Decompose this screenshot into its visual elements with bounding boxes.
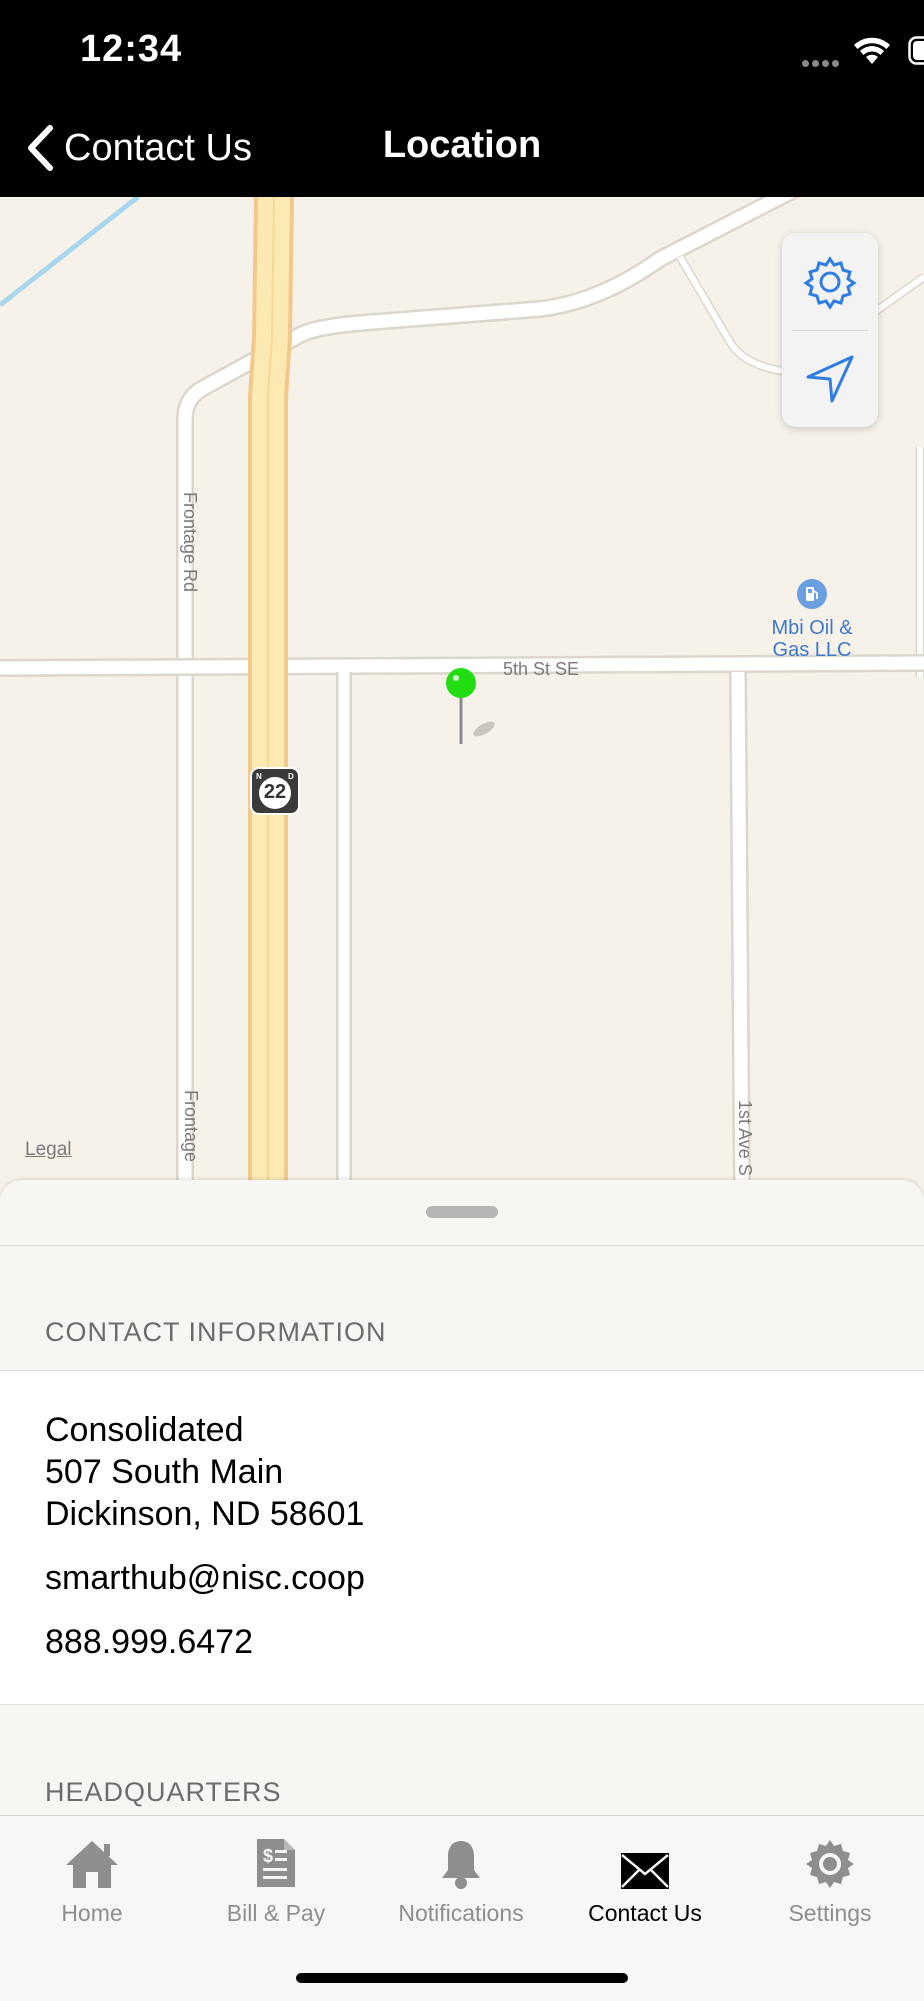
map-controls	[782, 233, 878, 427]
map-settings-button[interactable]	[782, 233, 878, 330]
home-indicator[interactable]	[296, 1973, 628, 1983]
bill-icon: $	[254, 1836, 298, 1890]
street-label-frontage-bottom: Frontage	[180, 1090, 201, 1162]
contact-info-card: Consolidated 507 South Main Dickinson, N…	[0, 1370, 924, 1705]
street-label-5th-st: 5th St SE	[503, 659, 579, 680]
fuel-icon	[797, 579, 827, 609]
gear-icon	[802, 254, 858, 310]
gear-icon	[804, 1838, 856, 1890]
address-line1[interactable]: 507 South Main	[45, 1453, 283, 1492]
tab-home[interactable]: Home	[0, 1830, 184, 1927]
contact-info-header: CONTACT INFORMATION	[45, 1317, 386, 1348]
highway-shield-number: 22	[250, 781, 300, 804]
tab-settings-label: Settings	[738, 1900, 922, 1927]
svg-text:$: $	[263, 1846, 273, 1866]
legal-link[interactable]: Legal	[25, 1139, 72, 1161]
street-label-1st-ave: 1st Ave S	[734, 1100, 755, 1176]
page-title: Location	[0, 124, 924, 167]
envelope-icon	[620, 1852, 670, 1890]
headquarters-header: HEADQUARTERS	[45, 1777, 282, 1808]
tab-bill-pay[interactable]: $ Bill & Pay	[184, 1830, 368, 1927]
svg-text:N: N	[256, 772, 262, 781]
tab-home-label: Home	[0, 1900, 184, 1927]
highway-shield-icon: N D 22	[250, 767, 300, 820]
bell-icon	[438, 1838, 484, 1890]
tab-notifications-label: Notifications	[368, 1900, 554, 1927]
address-line2[interactable]: Dickinson, ND 58601	[45, 1495, 364, 1534]
wifi-icon	[852, 34, 892, 66]
tab-contact-us-label: Contact Us	[553, 1900, 737, 1927]
tab-settings[interactable]: Settings	[738, 1830, 922, 1927]
map-view[interactable]: Frontage Rd Frontage 5th St SE 1st Ave S…	[0, 197, 924, 1197]
tab-bill-pay-label: Bill & Pay	[184, 1900, 368, 1927]
company-name: Consolidated	[45, 1411, 243, 1450]
svg-text:D: D	[288, 772, 294, 781]
poi-name-line1: Mbi Oil &	[752, 617, 872, 639]
location-pin-icon[interactable]	[444, 667, 504, 752]
signal-icon	[802, 54, 846, 62]
phone-link[interactable]: 888.999.6472	[45, 1623, 253, 1662]
email-link[interactable]: smarthub@nisc.coop	[45, 1559, 365, 1598]
status-time: 12:34	[80, 28, 182, 71]
contact-sheet: CONTACT INFORMATION Consolidated 507 Sou…	[0, 1180, 924, 1820]
sheet-divider	[0, 1245, 924, 1246]
top-bar: 12:34 Contact Us Location	[0, 0, 924, 197]
poi-name-line2: Gas LLC	[752, 639, 872, 661]
poi-gas-station[interactable]: Mbi Oil & Gas LLC	[752, 579, 872, 661]
battery-icon	[908, 36, 924, 66]
current-location-button[interactable]	[782, 330, 878, 427]
home-icon	[64, 1838, 120, 1890]
tab-contact-us[interactable]: Contact Us	[553, 1830, 737, 1927]
tab-notifications[interactable]: Notifications	[368, 1830, 554, 1927]
sheet-grabber[interactable]	[426, 1206, 498, 1218]
location-arrow-icon	[802, 351, 858, 407]
street-label-frontage-rd: Frontage Rd	[179, 492, 200, 592]
